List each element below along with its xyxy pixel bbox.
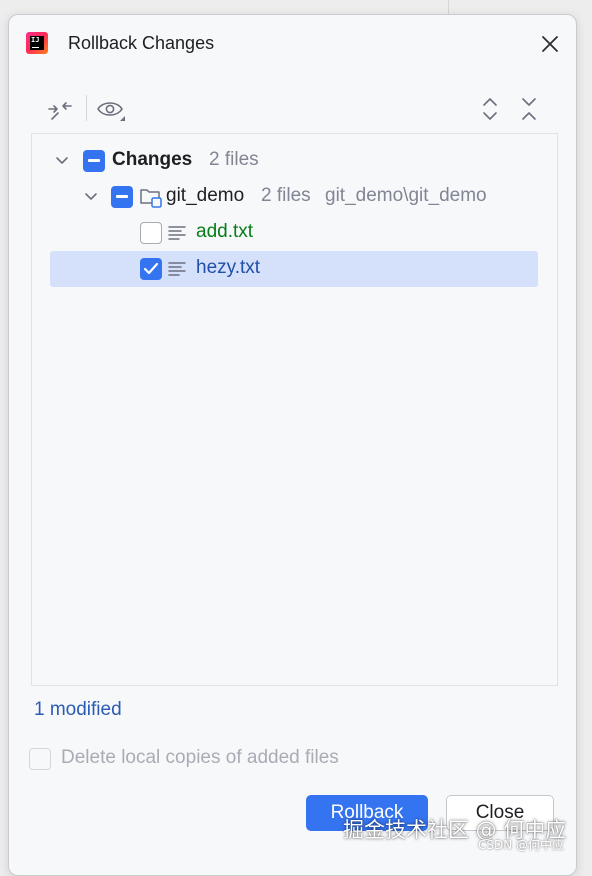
module-folder-icon xyxy=(139,186,163,208)
tree-node-label: git_demo xyxy=(166,185,245,206)
collapse-arrows-icon[interactable] xyxy=(46,95,74,123)
tree-file-hezy-txt[interactable]: hezy.txt xyxy=(50,251,538,287)
add-txt-checkbox[interactable] xyxy=(140,222,162,244)
collapse-all-icon[interactable] xyxy=(515,95,543,123)
tree-node-changes[interactable]: Changes 2 files xyxy=(50,143,538,179)
hezy-txt-checkbox[interactable] xyxy=(140,258,162,280)
git-demo-checkbox[interactable] xyxy=(111,186,133,208)
changes-checkbox[interactable] xyxy=(83,150,105,172)
tree-node-label: Changes xyxy=(112,149,193,170)
tree-file-add-txt[interactable]: add.txt xyxy=(50,215,538,251)
close-icon[interactable] xyxy=(538,32,562,56)
chevron-down-icon[interactable] xyxy=(54,153,70,169)
watermark-csdn: CSDN @何中应 xyxy=(478,838,565,852)
text-file-icon xyxy=(168,260,188,278)
changes-tree: Changes 2 files git_demo 2 files git_dem… xyxy=(31,133,558,686)
rollback-changes-dialog: IJ Rollback Changes Changes 2 files git_… xyxy=(8,14,577,876)
file-count: 2 files xyxy=(261,185,311,206)
file-count: 2 files xyxy=(209,149,259,170)
title-bar: IJ Rollback Changes xyxy=(9,15,576,75)
chevron-down-icon[interactable] xyxy=(83,189,99,205)
eye-preview-icon[interactable] xyxy=(96,96,126,124)
delete-local-copies-label: Delete local copies of added files xyxy=(61,747,339,768)
dialog-title: Rollback Changes xyxy=(68,33,215,53)
intellij-idea-icon: IJ xyxy=(26,32,48,54)
tree-toolbar xyxy=(9,93,576,129)
changes-summary: 1 modified xyxy=(34,699,122,720)
expand-all-icon[interactable] xyxy=(476,95,504,123)
toolbar-separator xyxy=(86,95,87,121)
text-file-icon xyxy=(168,224,188,242)
module-path: git_demo\git_demo xyxy=(325,185,487,206)
file-name: add.txt xyxy=(196,221,254,242)
tree-node-git-demo[interactable]: git_demo 2 files git_demo\git_demo xyxy=(50,179,538,215)
delete-local-copies-checkbox[interactable] xyxy=(29,748,51,770)
file-name: hezy.txt xyxy=(196,257,261,278)
delete-local-copies-option[interactable]: Delete local copies of added files xyxy=(29,745,449,775)
